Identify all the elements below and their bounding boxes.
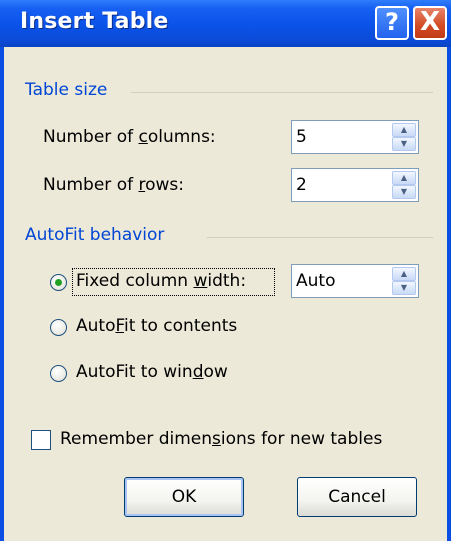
group-divider (131, 92, 433, 93)
width-down-arrow-icon[interactable]: ▼ (392, 281, 416, 295)
rows-value[interactable]: 2 (296, 175, 307, 195)
autofit-window-label[interactable]: AutoFit to window (76, 362, 228, 382)
ok-button[interactable]: OK (124, 477, 244, 517)
remember-dimensions-label[interactable]: Remember dimensions for new tables (60, 429, 382, 449)
group-title-table-size: Table size (25, 80, 108, 100)
columns-label: Number of columns: (43, 127, 216, 147)
column-width-spinner[interactable]: Auto ▲ ▼ (291, 264, 419, 298)
columns-down-arrow-icon[interactable]: ▼ (392, 137, 416, 151)
radio-autofit-contents[interactable] (50, 319, 67, 336)
columns-value[interactable]: 5 (296, 127, 307, 147)
group-divider (207, 237, 433, 238)
close-icon: X (419, 7, 441, 37)
dialog-window: Insert Table ? X Table size Number of co… (0, 0, 451, 541)
title-bar[interactable]: Insert Table ? X (0, 0, 451, 47)
help-button[interactable]: ? (375, 6, 409, 40)
dialog-body: Table size Number of columns: 5 ▲ ▼ Numb… (4, 47, 447, 541)
width-up-arrow-icon[interactable]: ▲ (392, 267, 416, 281)
cancel-button[interactable]: Cancel (297, 477, 417, 517)
radio-fixed-column-width[interactable] (50, 274, 67, 291)
close-button[interactable]: X (413, 6, 447, 40)
rows-down-arrow-icon[interactable]: ▼ (392, 185, 416, 199)
columns-up-arrow-icon[interactable]: ▲ (392, 123, 416, 137)
fixed-column-width-label[interactable]: Fixed column width: (76, 271, 246, 291)
group-title-autofit: AutoFit behavior (25, 225, 165, 245)
remember-dimensions-checkbox[interactable] (31, 430, 51, 450)
columns-spinner[interactable]: 5 ▲ ▼ (291, 120, 419, 154)
rows-spinner[interactable]: 2 ▲ ▼ (291, 168, 419, 202)
radio-autofit-window[interactable] (50, 365, 67, 382)
help-icon: ? (385, 8, 399, 36)
dialog-title: Insert Table (20, 9, 169, 34)
autofit-contents-label[interactable]: AutoFit to contents (76, 316, 237, 336)
rows-up-arrow-icon[interactable]: ▲ (392, 171, 416, 185)
rows-label: Number of rows: (43, 175, 184, 195)
column-width-value[interactable]: Auto (296, 271, 335, 291)
